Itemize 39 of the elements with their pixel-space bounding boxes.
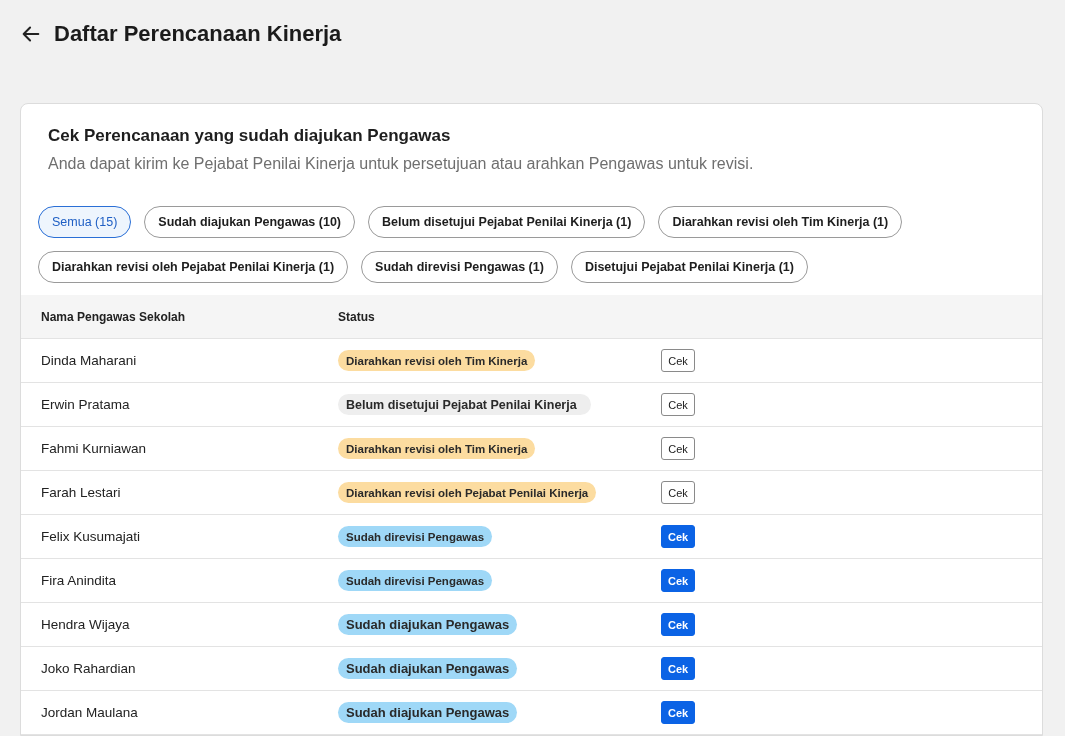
column-header: Nama Pengawas Sekolah bbox=[41, 309, 187, 324]
name-cell-text: Fahmi Kurniawan bbox=[41, 441, 148, 456]
name-cell-text: Erwin Pratama bbox=[41, 397, 131, 412]
status-badge: Diarahkan revisi oleh Tim Kinerja bbox=[338, 438, 536, 459]
status-badge: Sudah direvisi Pengawas bbox=[338, 526, 493, 547]
status-badge: Diarahkan revisi oleh Tim Kinerja bbox=[338, 350, 536, 371]
check-button[interactable]: Cek bbox=[661, 569, 696, 592]
status-badge: Diarahkan revisi oleh Pejabat Penilai Kinerja bbox=[338, 482, 597, 503]
card-subtitle: Anda dapat kirim ke Pejabat Penilai Kinerja untuk persetujuan atau arahkan Pengawas untuk revisi. bbox=[48, 155, 755, 173]
status-badge: Sudah diajukan Pengawas bbox=[338, 702, 518, 723]
status-badge: Sudah diajukan Pengawas bbox=[338, 658, 518, 679]
check-button[interactable]: Cek bbox=[661, 525, 696, 548]
name-cell-text: Farah Lestari bbox=[41, 485, 122, 500]
check-button[interactable]: Cek bbox=[661, 657, 696, 680]
name-cell-text: Hendra Wijaya bbox=[41, 617, 131, 632]
status-badge: Belum disetujui Pejabat Penilai Kinerja bbox=[338, 394, 591, 415]
filter-chip[interactable]: Belum disetujui Pejabat Penilai Kinerja (1) bbox=[368, 206, 646, 238]
check-button[interactable]: Cek bbox=[661, 481, 695, 504]
name-cell-text: Jordan Maulana bbox=[41, 705, 139, 720]
filter-chip[interactable]: Sudah diajukan Pengawas (10) bbox=[144, 206, 355, 238]
filter-chip[interactable]: Semua (15) bbox=[38, 206, 132, 238]
column-header: Status bbox=[338, 309, 376, 324]
filter-chip[interactable]: Sudah direvisi Pengawas (1) bbox=[361, 251, 558, 283]
status-badge: Sudah direvisi Pengawas bbox=[338, 570, 493, 591]
check-button[interactable]: Cek bbox=[661, 393, 695, 416]
page-title: Daftar Perencanaan Kinerja bbox=[54, 21, 342, 47]
name-cell-text: Fira Anindita bbox=[41, 573, 118, 588]
check-button[interactable]: Cek bbox=[661, 349, 695, 372]
check-button[interactable]: Cek bbox=[661, 613, 696, 636]
name-cell-text: Dinda Maharani bbox=[41, 353, 138, 368]
check-button[interactable]: Cek bbox=[661, 437, 695, 460]
filter-chip[interactable]: Disetujui Pejabat Penilai Kinerja (1) bbox=[570, 251, 808, 283]
name-cell-text: Joko Rahardian bbox=[41, 661, 137, 676]
card-title: Cek Perencanaan yang sudah diajukan Pengawas bbox=[48, 126, 452, 146]
check-button[interactable]: Cek bbox=[661, 701, 696, 724]
status-badge: Sudah diajukan Pengawas bbox=[338, 614, 518, 635]
name-cell-text: Felix Kusumajati bbox=[41, 529, 142, 544]
filter-chip[interactable]: Diarahkan revisi oleh Tim Kinerja (1) bbox=[658, 206, 903, 238]
filter-chip[interactable]: Diarahkan revisi oleh Pejabat Penilai Kinerja (1) bbox=[38, 251, 349, 283]
